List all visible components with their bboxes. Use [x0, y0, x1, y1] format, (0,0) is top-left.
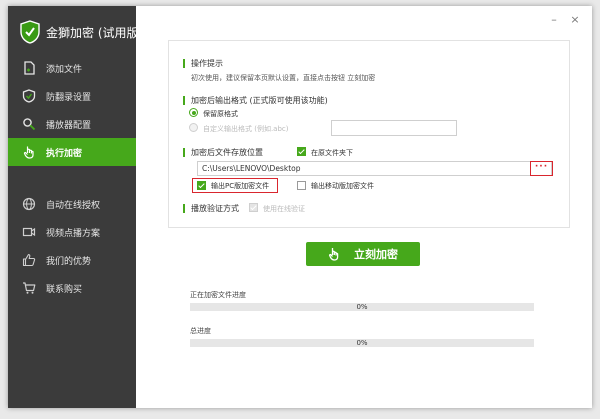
brand: 金獅加密 (试用版) — [20, 20, 143, 44]
close-button[interactable]: × — [569, 14, 581, 26]
custom-format-radio[interactable] — [189, 123, 198, 132]
online-verify-checkbox[interactable] — [249, 203, 258, 212]
search-icon — [23, 118, 36, 131]
output-pc-checkbox[interactable] — [197, 181, 206, 190]
sidebar-nav-main: 添加文件 防翻录设置 播放器配置 执行加密 — [8, 54, 136, 166]
sidebar-item-anti-record[interactable]: 防翻录设置 — [8, 82, 136, 110]
verify-title: 播放验证方式 — [183, 204, 239, 213]
shield-logo-icon — [20, 20, 40, 44]
globe-icon — [22, 197, 36, 211]
custom-format-input[interactable] — [331, 120, 457, 136]
settings-panel: 操作提示 初次使用，建议保留本页默认设置，直接点击按钮 立刻加密 加密后输出格式… — [168, 40, 570, 228]
sidebar-item-vod-solution[interactable]: 视频点播方案 — [8, 218, 136, 246]
sidebar-item-label: 防翻录设置 — [46, 92, 92, 103]
sidebar-item-player-config[interactable]: 播放器配置 — [8, 110, 136, 138]
app-window: 金獅加密 (试用版) 添加文件 防翻录设置 播放器配置 执行加密 自动在线授权 … — [8, 6, 592, 408]
output-pc-label: 输出PC版加密文件 — [211, 182, 270, 190]
location-title: 加密后文件存放位置 — [183, 148, 263, 157]
minimize-button[interactable]: – — [548, 14, 560, 26]
output-path-input[interactable]: C:\Users\LENOVO\Desktop — [197, 161, 552, 176]
output-mobile-checkbox[interactable] — [297, 181, 306, 190]
tips-text: 初次使用，建议保留本页默认设置，直接点击按钮 立刻加密 — [191, 74, 376, 82]
sidebar: 金獅加密 (试用版) 添加文件 防翻录设置 播放器配置 执行加密 自动在线授权 … — [8, 6, 143, 408]
current-progress-label: 正在加密文件进度 — [190, 291, 246, 299]
sidebar-item-label: 自动在线授权 — [46, 200, 101, 211]
hand-pointer-icon — [23, 146, 34, 159]
sidebar-item-label: 视频点播方案 — [46, 228, 101, 239]
sidebar-item-execute-encrypt[interactable]: 执行加密 — [8, 138, 136, 166]
sidebar-item-label: 添加文件 — [46, 64, 83, 75]
start-encrypt-label: 立刻加密 — [354, 248, 398, 261]
sidebar-item-add-file[interactable]: 添加文件 — [8, 54, 136, 82]
current-progress-text: 0% — [356, 303, 368, 311]
same-folder-checkbox[interactable] — [297, 147, 306, 156]
shield-icon — [22, 89, 36, 103]
hand-pointer-icon — [328, 248, 339, 261]
current-progress-bar: 0% — [190, 303, 534, 311]
total-progress-bar: 0% — [190, 339, 534, 347]
video-icon — [22, 227, 36, 237]
sidebar-item-online-auth[interactable]: 自动在线授权 — [8, 190, 136, 218]
thumbs-up-icon — [22, 253, 36, 267]
start-encrypt-button[interactable]: 立刻加密 — [306, 242, 420, 266]
format-title: 加密后输出格式 (正式版可使用该功能) — [183, 96, 328, 105]
sidebar-item-label: 联系购买 — [46, 284, 83, 295]
keep-format-label: 保留原格式 — [203, 110, 238, 118]
total-progress-label: 总进度 — [190, 327, 211, 335]
sidebar-item-label: 播放器配置 — [46, 120, 92, 131]
sidebar-item-label: 我们的优势 — [46, 256, 92, 267]
cart-icon — [23, 282, 36, 294]
app-title: 金獅加密 (试用版) — [46, 25, 144, 40]
sidebar-item-contact-buy[interactable]: 联系购买 — [8, 274, 136, 302]
total-progress-text: 0% — [356, 339, 368, 347]
file-add-icon — [24, 61, 35, 75]
sidebar-item-our-advantage[interactable]: 我们的优势 — [8, 246, 136, 274]
online-verify-label: 使用在线验证 — [263, 205, 305, 213]
custom-format-label: 自定义输出格式 (例如.abc) — [203, 125, 289, 133]
sidebar-item-label: 执行加密 — [46, 148, 83, 159]
sidebar-nav-extra: 自动在线授权 视频点播方案 我们的优势 联系购买 — [8, 190, 136, 302]
tips-title: 操作提示 — [183, 59, 223, 68]
browse-button[interactable]: ··· — [531, 162, 552, 175]
output-mobile-label: 输出移动版加密文件 — [311, 182, 374, 190]
same-folder-label: 在原文件夹下 — [311, 149, 353, 157]
keep-format-radio[interactable] — [189, 108, 198, 117]
